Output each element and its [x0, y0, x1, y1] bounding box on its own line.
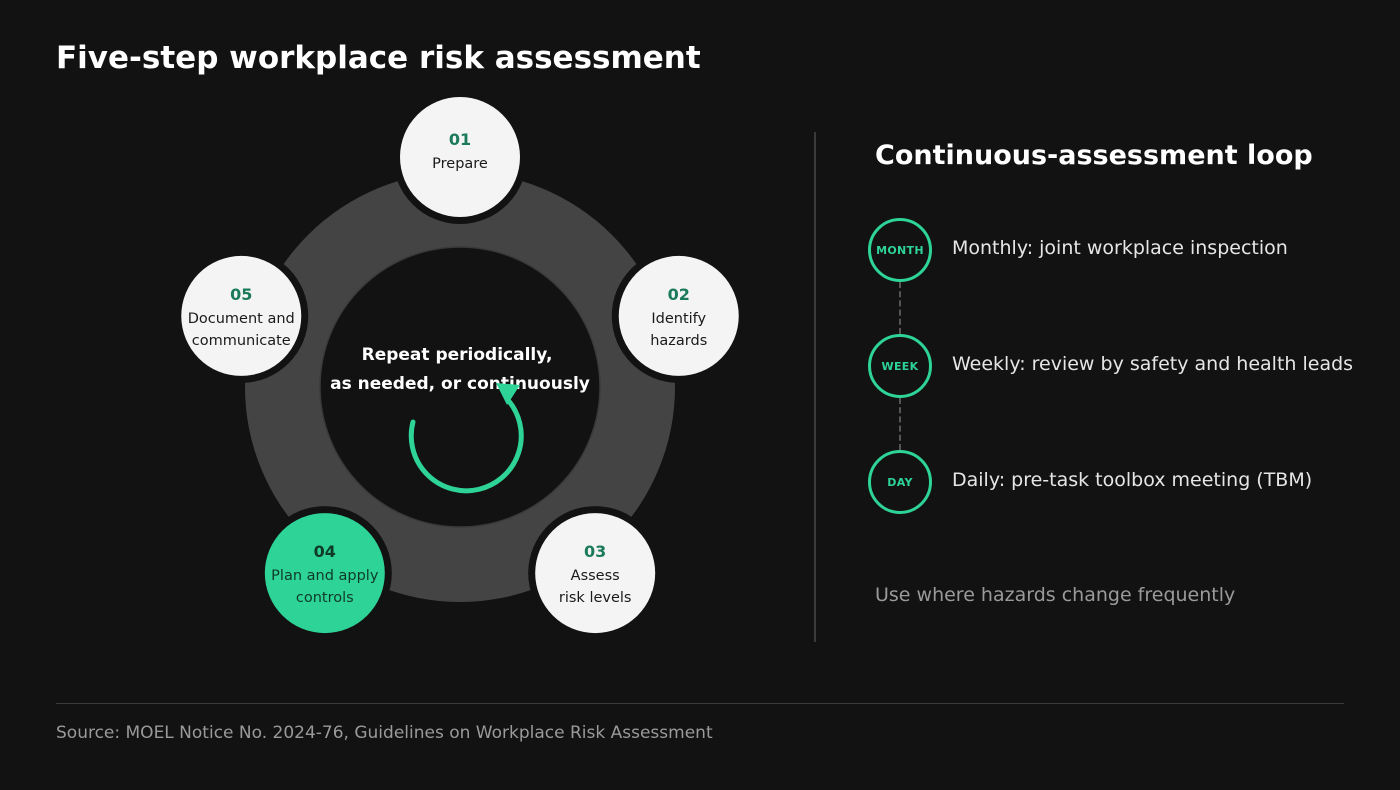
step-label: Plan and apply [271, 568, 379, 584]
loop-connector [899, 282, 901, 334]
cycle-diagram: Repeat periodically, as needed, or conti… [174, 90, 746, 641]
center-text-line-2: as needed, or continuously [330, 374, 590, 394]
step-label: Document and [188, 311, 295, 327]
center-text-line-1: Repeat periodically, [362, 345, 553, 365]
month-badge: MONTH [868, 218, 932, 282]
loop-item-day: DAY Daily: pre-task toolbox meeting (TBM… [868, 450, 1388, 514]
step-number: 01 [449, 130, 471, 149]
vertical-divider [814, 132, 816, 642]
loop-connector [899, 398, 901, 450]
step-node-03: 03 Assess risk levels [528, 506, 663, 641]
step-number: 05 [230, 285, 252, 304]
loop-item-text: Daily: pre-task toolbox meeting (TBM) [952, 469, 1313, 491]
loop-note: Use where hazards change frequently [875, 584, 1236, 606]
week-badge: WEEK [868, 334, 932, 398]
step-node-04: 04 Plan and apply controls [257, 506, 392, 641]
loop-item-month: MONTH Monthly: joint workplace inspectio… [868, 218, 1388, 282]
step-label: hazards [650, 333, 707, 349]
step-label: Assess [571, 568, 620, 584]
day-badge: DAY [868, 450, 932, 514]
loop-title: Continuous-assessment loop [875, 140, 1313, 171]
step-label: controls [296, 590, 354, 606]
loop-item-text: Monthly: joint workplace inspection [952, 237, 1288, 259]
step-node-02: 02 Identify hazards [611, 248, 746, 383]
loop-item-week: WEEK Weekly: review by safety and health… [868, 334, 1388, 398]
step-label: risk levels [559, 590, 632, 606]
source-note: Source: MOEL Notice No. 2024-76, Guideli… [56, 723, 713, 743]
step-node-01: 01 Prepare [393, 90, 527, 224]
step-label: communicate [192, 333, 291, 349]
step-label: Identify [651, 311, 706, 327]
footer-divider [56, 703, 1344, 704]
step-label: Prepare [432, 156, 488, 172]
step-number: 04 [314, 542, 336, 561]
step-number: 03 [584, 542, 606, 561]
loop-item-text: Weekly: review by safety and health lead… [952, 353, 1354, 375]
step-node-05: 05 Document and communicate [174, 248, 309, 383]
step-number: 02 [668, 285, 690, 304]
